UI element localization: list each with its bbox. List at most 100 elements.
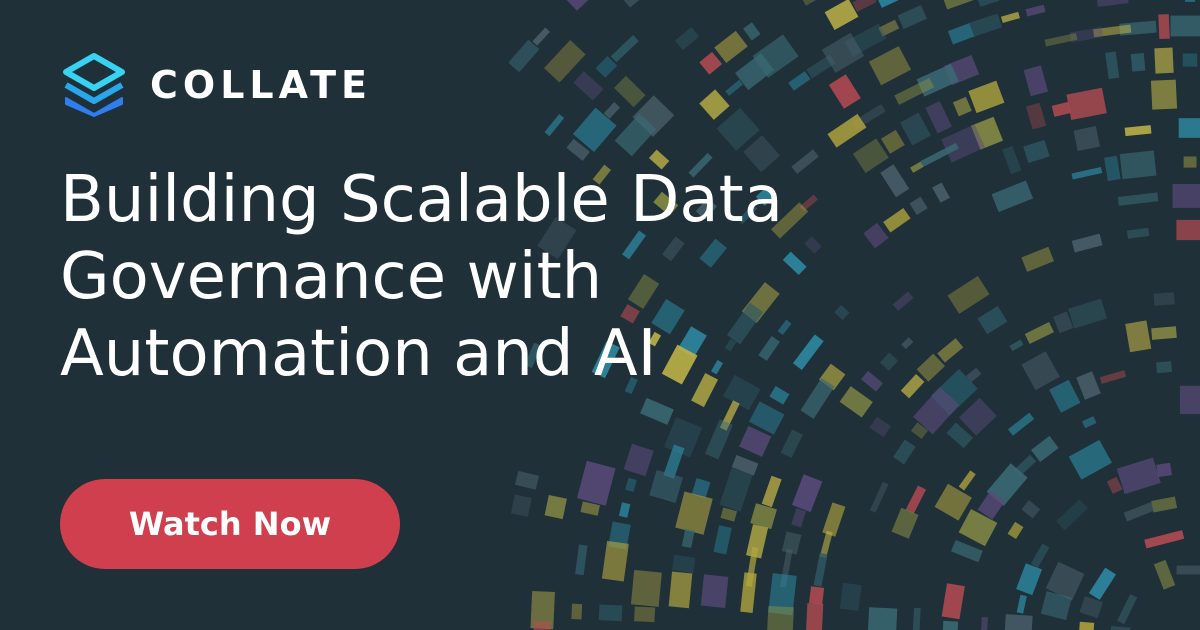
data-tile bbox=[1153, 559, 1176, 590]
data-tile bbox=[675, 491, 713, 535]
data-tile bbox=[900, 112, 931, 146]
data-tile bbox=[725, 79, 744, 96]
data-tile bbox=[625, 477, 637, 492]
data-tile bbox=[601, 540, 629, 582]
data-tile bbox=[1030, 543, 1050, 568]
data-tile bbox=[1007, 412, 1035, 436]
data-tile bbox=[1031, 435, 1059, 462]
data-tile bbox=[618, 502, 631, 518]
data-tile bbox=[1021, 351, 1060, 391]
data-tile bbox=[942, 620, 959, 630]
data-tile bbox=[791, 508, 806, 528]
data-tile bbox=[822, 502, 846, 537]
data-tile bbox=[1144, 530, 1185, 549]
data-tile bbox=[1151, 496, 1178, 513]
data-tile bbox=[1176, 219, 1200, 241]
data-tile bbox=[813, 552, 828, 587]
data-tile bbox=[958, 397, 997, 436]
data-tile bbox=[674, 27, 700, 51]
data-tile bbox=[952, 96, 972, 117]
data-tile bbox=[571, 603, 583, 620]
data-tile bbox=[1044, 33, 1078, 47]
data-tile bbox=[515, 470, 540, 490]
data-tile bbox=[1119, 150, 1157, 180]
data-tile bbox=[719, 467, 753, 512]
data-tile bbox=[805, 603, 824, 630]
data-tile bbox=[839, 582, 862, 611]
data-tile bbox=[1000, 11, 1020, 24]
data-tile bbox=[620, 0, 660, 8]
data-tile bbox=[510, 494, 532, 517]
data-tile bbox=[1088, 567, 1116, 600]
data-tile bbox=[980, 617, 989, 630]
data-tile bbox=[942, 0, 979, 10]
data-tile bbox=[1099, 370, 1127, 384]
data-tile bbox=[1024, 322, 1054, 345]
data-tile bbox=[1023, 65, 1049, 97]
data-tile bbox=[1178, 118, 1200, 138]
data-tile bbox=[630, 569, 662, 607]
data-tile bbox=[1071, 233, 1103, 253]
data-tile bbox=[1049, 379, 1081, 413]
data-tile bbox=[1123, 501, 1155, 522]
data-tile bbox=[1170, 15, 1200, 37]
data-tile bbox=[576, 460, 616, 506]
data-tile bbox=[958, 470, 976, 491]
data-tile bbox=[1071, 167, 1103, 180]
data-tile bbox=[1021, 500, 1041, 519]
data-tile bbox=[867, 607, 898, 630]
data-tile bbox=[827, 113, 867, 148]
data-tile bbox=[1117, 192, 1159, 206]
headline-line-3: Automation and AI bbox=[60, 316, 657, 391]
data-tile bbox=[1002, 145, 1022, 175]
data-tile bbox=[668, 571, 693, 609]
data-tile bbox=[603, 102, 621, 119]
data-tile bbox=[1172, 184, 1200, 208]
data-tile bbox=[649, 469, 683, 503]
data-tile bbox=[566, 0, 589, 11]
data-tile bbox=[613, 75, 646, 108]
data-tile bbox=[893, 439, 916, 465]
data-tile bbox=[1151, 326, 1177, 340]
data-tile bbox=[634, 606, 656, 623]
data-tile bbox=[598, 604, 623, 622]
data-tile bbox=[533, 621, 551, 630]
data-tile bbox=[925, 101, 952, 134]
data-tile bbox=[1023, 139, 1050, 164]
data-tile bbox=[1073, 126, 1100, 152]
data-tile bbox=[968, 80, 1005, 114]
data-tile bbox=[806, 54, 836, 79]
data-tile bbox=[1158, 14, 1170, 40]
data-tile bbox=[828, 74, 861, 109]
data-tile bbox=[740, 572, 757, 613]
data-tile bbox=[1150, 79, 1178, 110]
data-tile bbox=[809, 586, 825, 605]
data-tile bbox=[1095, 0, 1129, 7]
data-tile bbox=[1068, 439, 1112, 480]
data-tile bbox=[1078, 621, 1095, 630]
data-tile bbox=[508, 39, 540, 73]
data-tile bbox=[610, 35, 639, 63]
data-tile bbox=[968, 13, 1003, 37]
data-tile bbox=[700, 574, 729, 608]
data-tile bbox=[791, 474, 823, 513]
data-tile bbox=[1016, 594, 1027, 614]
data-tile bbox=[912, 607, 921, 630]
data-tile bbox=[767, 605, 794, 630]
data-tile bbox=[1125, 320, 1152, 353]
data-tile bbox=[671, 554, 696, 574]
data-tile bbox=[1182, 53, 1198, 67]
data-tile bbox=[699, 51, 723, 75]
promo-banner: COLLATE Building Scalable Data Governanc… bbox=[0, 0, 1200, 630]
data-tile bbox=[713, 525, 732, 555]
data-tile bbox=[1104, 155, 1121, 182]
watch-now-button[interactable]: Watch Now bbox=[60, 479, 400, 569]
data-tile bbox=[743, 22, 761, 41]
headline-line-2: Governance with bbox=[60, 239, 603, 314]
data-tile bbox=[941, 583, 965, 620]
logo-layer-top bbox=[63, 53, 125, 91]
data-tile bbox=[1004, 614, 1033, 630]
data-tile bbox=[1025, 4, 1046, 17]
data-tile bbox=[788, 71, 811, 91]
data-tile bbox=[1116, 457, 1161, 495]
